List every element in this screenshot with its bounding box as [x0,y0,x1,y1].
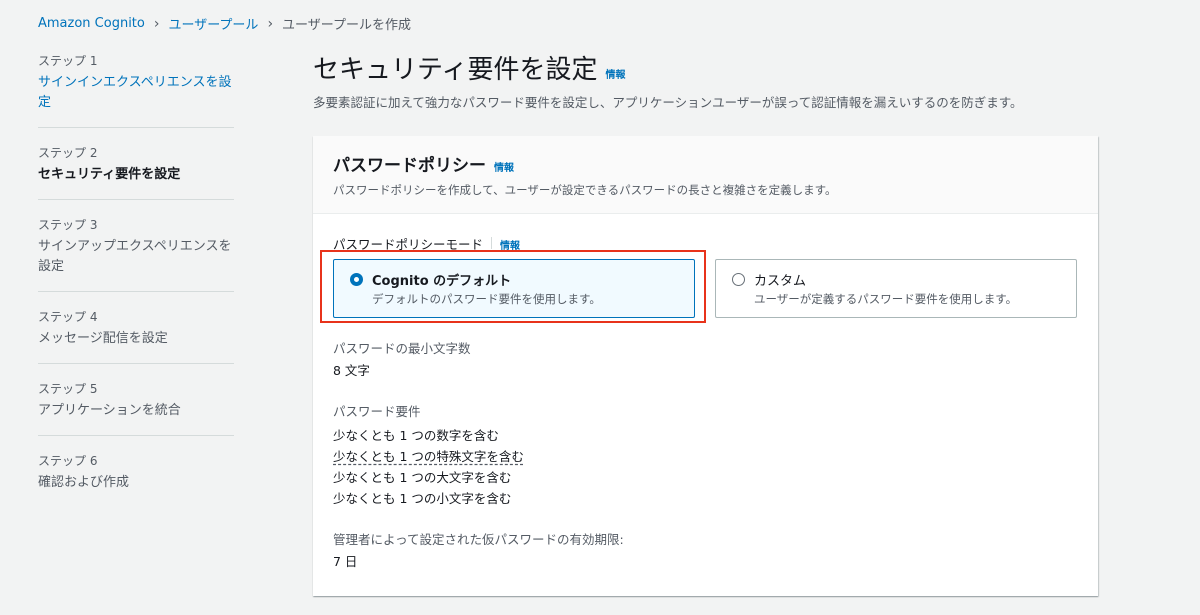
info-link[interactable]: 情報 [605,66,625,81]
page-header: セキュリティ要件を設定 情報 多要素認証に加えて強力なパスワード要件を設定し、ア… [313,52,1103,112]
step-link-sign-in[interactable]: サインインエクスペリエンスを設定 [38,73,234,113]
requirement-uppercase: 少なくとも 1 つの大文字を含む [333,470,512,485]
temp-expiry-label: 管理者によって設定された仮パスワードの有効期限: [333,532,624,547]
requirement-number: 少なくとも 1 つの数字を含む [333,428,499,443]
radio-unselected-icon[interactable] [732,273,745,286]
wizard-steps: ステップ 1 サインインエクスペリエンスを設定 ステップ 2 セキュリティ要件を… [38,52,234,523]
chevron-right-icon: › [267,15,274,32]
info-link[interactable]: 情報 [494,159,514,174]
panel-body: パスワードポリシーモード 情報 Cognito のデフォルト デフォルトのパスワ… [313,214,1098,572]
policy-mode-label: パスワードポリシーモード [333,237,484,252]
step-1: ステップ 1 サインインエクスペリエンスを設定 [38,52,234,128]
option-label: Cognito のデフォルト [372,274,512,289]
panel-header: パスワードポリシー 情報 パスワードポリシーを作成して、ユーザーが設定できるパス… [313,136,1098,214]
step-number: ステップ 5 [38,382,98,396]
temp-expiry-field: 管理者によって設定された仮パスワードの有効期限: 7 日 [333,531,1078,572]
requirement-special-char[interactable]: 少なくとも 1 つの特殊文字を含む [333,446,524,467]
min-length-value: 8 文字 [333,363,370,378]
step-number: ステップ 1 [38,54,98,68]
step-title-app-integration: アプリケーションを統合 [38,403,181,418]
policy-mode-label-row: パスワードポリシーモード 情報 [333,234,1078,253]
option-description: デフォルトのパスワード要件を使用します。 [372,292,601,306]
password-policy-panel: パスワードポリシー 情報 パスワードポリシーを作成して、ユーザーが設定できるパス… [313,136,1098,596]
min-length-field: パスワードの最小文字数 8 文字 [333,340,1078,381]
step-number: ステップ 2 [38,146,98,160]
step-5: ステップ 5 アプリケーションを統合 [38,380,234,436]
requirements-list: 少なくとも 1 つの数字を含む 少なくとも 1 つの特殊文字を含む 少なくとも … [333,425,1078,509]
breadcrumb: Amazon Cognito › ユーザープール › ユーザープールを作成 [38,14,412,34]
option-custom[interactable]: カスタム ユーザーが定義するパスワード要件を使用します。 [715,259,1077,318]
step-number: ステップ 3 [38,218,98,232]
breadcrumb-current: ユーザープールを作成 [282,18,412,33]
requirement-lowercase: 少なくとも 1 つの小文字を含む [333,491,512,506]
radio-selected-icon[interactable] [350,273,363,286]
requirements-label: パスワード要件 [333,404,421,419]
chevron-right-icon: › [153,15,160,32]
temp-expiry-value: 7 日 [333,554,358,569]
step-number: ステップ 6 [38,454,98,468]
min-length-label: パスワードの最小文字数 [333,341,471,356]
option-description: ユーザーが定義するパスワード要件を使用します。 [754,292,1018,306]
step-current-security: セキュリティ要件を設定 [38,167,181,182]
breadcrumb-cognito[interactable]: Amazon Cognito [38,16,145,31]
step-6: ステップ 6 確認および作成 [38,452,234,507]
step-number: ステップ 4 [38,310,98,324]
step-2: ステップ 2 セキュリティ要件を設定 [38,144,234,200]
page-title: セキュリティ要件を設定 [313,55,598,85]
step-title-messaging: メッセージ配信を設定 [38,331,168,346]
panel-title: パスワードポリシー [333,156,486,176]
option-cognito-default[interactable]: Cognito のデフォルト デフォルトのパスワード要件を使用します。 [333,259,695,318]
step-4: ステップ 4 メッセージ配信を設定 [38,308,234,364]
info-link[interactable]: 情報 [500,237,520,252]
step-title-sign-up: サインアップエクスペリエンスを設定 [38,239,232,274]
panel-description: パスワードポリシーを作成して、ユーザーが設定できるパスワードの長さと複雑さを定義… [333,183,837,197]
requirements-field: パスワード要件 少なくとも 1 つの数字を含む 少なくとも 1 つの特殊文字を含… [333,403,1078,509]
page-description: 多要素認証に加えて強力なパスワード要件を設定し、アプリケーションユーザーが誤って… [313,95,1023,110]
breadcrumb-user-pools[interactable]: ユーザープール [168,14,258,33]
policy-mode-tiles: Cognito のデフォルト デフォルトのパスワード要件を使用します。 カスタム… [333,259,1078,318]
step-title-review: 確認および作成 [38,475,130,490]
option-label: カスタム [754,274,807,289]
divider [491,237,493,249]
step-3: ステップ 3 サインアップエクスペリエンスを設定 [38,216,234,292]
